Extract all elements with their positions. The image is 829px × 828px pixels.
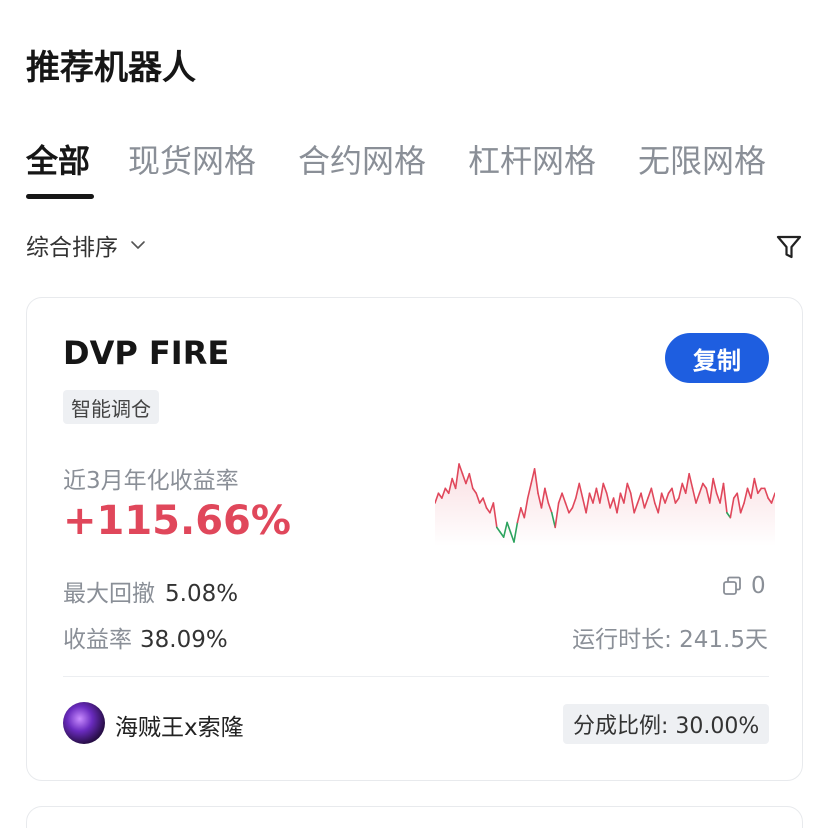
tab-bar: 全部 现货网格 合约网格 杠杆网格 无限网格	[26, 136, 806, 200]
copy-button[interactable]: 复制	[665, 333, 769, 383]
apy-label: 近3月年化收益率	[63, 468, 239, 494]
active-tab-indicator	[26, 194, 94, 199]
max-drawdown: 最大回撤 5.08%	[63, 574, 238, 608]
tab-all[interactable]: 全部	[26, 136, 90, 182]
tab-futures-grid[interactable]: 合约网格	[298, 136, 426, 182]
divider	[63, 676, 769, 677]
sort-label: 综合排序	[26, 235, 118, 261]
sparkline-chart	[435, 463, 775, 546]
bot-name: DVP FIRE	[63, 334, 230, 372]
runtime: 运行时长: 241.5天	[572, 627, 768, 653]
avatar[interactable]	[63, 702, 105, 744]
return-rate-value: 38.09%	[140, 627, 228, 653]
copies-count: 0	[751, 573, 766, 599]
profit-share-badge: 分成比例: 30.00%	[563, 704, 770, 744]
return-rate: 收益率 38.09%	[63, 620, 228, 654]
filter-icon[interactable]	[774, 232, 804, 262]
copies-count-group: 0	[721, 573, 766, 599]
apy-value: +115.66%	[63, 498, 291, 544]
chevron-down-icon	[131, 241, 145, 249]
bot-card-next[interactable]	[26, 806, 803, 828]
return-rate-label: 收益率	[63, 627, 132, 653]
strategy-tag: 智能调仓	[63, 390, 159, 424]
tab-margin-grid[interactable]: 杠杆网格	[468, 136, 596, 182]
sort-dropdown[interactable]: 综合排序	[26, 228, 146, 262]
copy-icon	[723, 576, 741, 595]
tab-spot-grid[interactable]: 现货网格	[128, 136, 256, 182]
max-drawdown-value: 5.08%	[165, 581, 239, 607]
max-drawdown-label: 最大回撤	[63, 581, 155, 607]
bot-card[interactable]: DVP FIRE 复制 智能调仓 近3月年化收益率 +115.66% 最大回撤 …	[26, 297, 803, 781]
tab-infinity-grid[interactable]: 无限网格	[638, 136, 766, 182]
owner-name[interactable]: 海贼王x索隆	[115, 708, 244, 742]
page-title: 推荐机器人	[26, 48, 196, 88]
